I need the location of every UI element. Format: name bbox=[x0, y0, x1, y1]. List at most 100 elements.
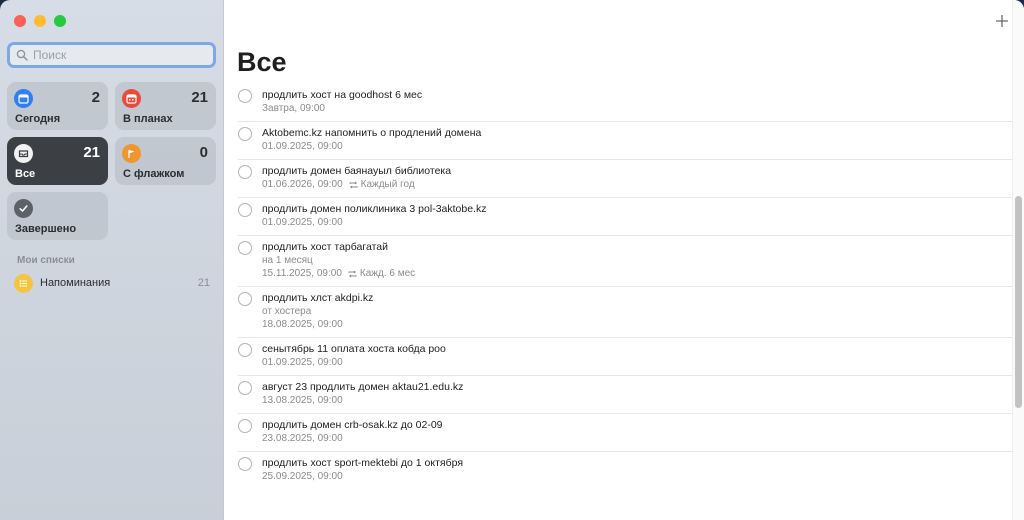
reminder-date: 18.08.2025, 09:00 bbox=[262, 319, 343, 330]
reminder-meta: 01.09.2025, 09:00 bbox=[262, 216, 486, 230]
reminder-meta: 18.08.2025, 09:00 bbox=[262, 318, 373, 332]
reminder-title[interactable]: продлить хост на goodhost 6 мес bbox=[262, 88, 422, 102]
reminder-title[interactable]: сенытябрь 11 оплата хоста кобда роо bbox=[262, 342, 446, 356]
reminder-note: на 1 месяц bbox=[262, 255, 313, 266]
repeat-icon bbox=[348, 270, 357, 278]
reminder-meta: 13.08.2025, 09:00 bbox=[262, 394, 463, 408]
complete-checkbox[interactable] bbox=[238, 343, 252, 357]
smart-list-count: 2 bbox=[91, 89, 100, 106]
reminder-title[interactable]: Aktobemc.kz напомнить о продлений домена bbox=[262, 126, 481, 140]
reminder-meta: 15.11.2025, 09:00 Кажд. 6 мес bbox=[262, 267, 415, 281]
reminder-body: продлить домен баянауыл библиотека 01.06.… bbox=[262, 164, 451, 192]
smart-list-label: В планах bbox=[123, 113, 173, 125]
reminder-row[interactable]: сенытябрь 11 оплата хоста кобда роо 01.09… bbox=[238, 338, 1012, 376]
reminder-body: продлить хост sport-mektebi до 1 октября… bbox=[262, 456, 463, 484]
reminder-meta: 01.09.2025, 09:00 bbox=[262, 140, 481, 154]
reminder-title[interactable]: продлить домен поликлиника 3 pol-3aktobe… bbox=[262, 202, 486, 216]
reminder-meta: 23.08.2025, 09:00 bbox=[262, 432, 443, 446]
reminders-window: 2 Сегодня 21 В планах 21 Все bbox=[0, 0, 1024, 520]
reminder-title[interactable]: продлить домен crb-osak.kz до 02-09 bbox=[262, 418, 443, 432]
reminder-row[interactable]: продлить домен crb-osak.kz до 02-09 23.08… bbox=[238, 414, 1012, 452]
smart-lists: 2 Сегодня 21 В планах 21 Все 0 С флажком… bbox=[7, 82, 217, 240]
minimize-window-button[interactable] bbox=[34, 15, 46, 27]
checkmark-icon bbox=[14, 199, 33, 218]
reminder-title[interactable]: продлить хлст akdpi.kz bbox=[262, 291, 373, 305]
search-icon bbox=[16, 49, 28, 61]
reminder-title[interactable]: продлить хост тарбагатай bbox=[262, 240, 415, 254]
page-title: Все bbox=[237, 47, 287, 77]
smart-list-flagged[interactable]: 0 С флажком bbox=[115, 137, 216, 185]
reminder-date: 01.09.2025, 09:00 bbox=[262, 141, 343, 152]
smart-list-label: С флажком bbox=[123, 168, 185, 180]
window-controls bbox=[14, 15, 66, 27]
tray-icon bbox=[14, 144, 33, 163]
plus-icon[interactable] bbox=[994, 13, 1010, 29]
smart-list-scheduled[interactable]: 21 В планах bbox=[115, 82, 216, 130]
reminder-date: 23.08.2025, 09:00 bbox=[262, 433, 343, 444]
reminder-meta: 01.06.2026, 09:00 Каждый год bbox=[262, 178, 451, 192]
list-item-reminders[interactable]: Напоминания 21 bbox=[7, 271, 217, 295]
reminder-row[interactable]: продлить домен баянауыл библиотека 01.06.… bbox=[238, 160, 1012, 198]
smart-list-today[interactable]: 2 Сегодня bbox=[7, 82, 108, 130]
reminder-date: Завтра, 09:00 bbox=[262, 103, 325, 114]
main-pane: Все продлить хост на goodhost 6 мес Завтр… bbox=[224, 0, 1024, 520]
reminder-date: 01.06.2026, 09:00 bbox=[262, 179, 343, 190]
reminder-title[interactable]: продлить домен баянауыл библиотека bbox=[262, 164, 451, 178]
reminder-meta: 25.09.2025, 09:00 bbox=[262, 470, 463, 484]
reminder-repeat-label: Кажд. 6 мес bbox=[359, 268, 416, 279]
reminder-date: 13.08.2025, 09:00 bbox=[262, 395, 343, 406]
reminder-meta: 01.09.2025, 09:00 bbox=[262, 356, 446, 370]
smart-list-count: 0 bbox=[199, 144, 208, 161]
reminder-row[interactable]: продлить хост sport-mektebi до 1 октября… bbox=[238, 452, 1012, 489]
calendar-icon bbox=[122, 89, 141, 108]
complete-checkbox[interactable] bbox=[238, 203, 252, 217]
reminder-row[interactable]: продлить хост тарбагатай на 1 месяц 15.11.… bbox=[238, 236, 1012, 287]
reminder-row[interactable]: август 23 продлить домен aktau21.edu.kz 1… bbox=[238, 376, 1012, 414]
smart-list-label: Все bbox=[15, 168, 36, 180]
reminder-repeat: Кажд. 6 мес bbox=[348, 267, 415, 281]
smart-list-completed[interactable]: Завершено bbox=[7, 192, 108, 240]
reminder-row[interactable]: Aktobemc.kz напомнить о продлений домена… bbox=[238, 122, 1012, 160]
complete-checkbox[interactable] bbox=[238, 89, 252, 103]
reminder-meta: Завтра, 09:00 bbox=[262, 102, 422, 116]
reminder-repeat: Каждый год bbox=[349, 178, 415, 192]
maximize-window-button[interactable] bbox=[54, 15, 66, 27]
complete-checkbox[interactable] bbox=[238, 241, 252, 255]
complete-checkbox[interactable] bbox=[238, 381, 252, 395]
search-field[interactable] bbox=[7, 42, 216, 68]
scrollbar[interactable] bbox=[1012, 0, 1024, 520]
flag-icon bbox=[122, 144, 141, 163]
reminder-row[interactable]: продлить домен поликлиника 3 pol-3aktobe… bbox=[238, 198, 1012, 236]
complete-checkbox[interactable] bbox=[238, 419, 252, 433]
reminder-body: Aktobemc.kz напомнить о продлений домена… bbox=[262, 126, 481, 154]
reminder-body: продлить домен crb-osak.kz до 02-09 23.08… bbox=[262, 418, 443, 446]
reminder-date: 01.09.2025, 09:00 bbox=[262, 217, 343, 228]
reminder-row[interactable]: продлить хлст akdpi.kz от хостера 18.08.20… bbox=[238, 287, 1012, 338]
calendar-today-icon bbox=[14, 89, 33, 108]
smart-list-all[interactable]: 21 Все bbox=[7, 137, 108, 185]
reminder-date: 25.09.2025, 09:00 bbox=[262, 471, 343, 482]
reminder-title[interactable]: август 23 продлить домен aktau21.edu.kz bbox=[262, 380, 463, 394]
smart-list-count: 21 bbox=[83, 144, 100, 161]
reminder-date: 15.11.2025, 09:00 bbox=[262, 268, 342, 279]
close-window-button[interactable] bbox=[14, 15, 26, 27]
reminder-body: продлить хост тарбагатай на 1 месяц 15.11.… bbox=[262, 240, 415, 281]
reminders-list: продлить хост на goodhost 6 мес Завтра, 0… bbox=[238, 84, 1012, 489]
complete-checkbox[interactable] bbox=[238, 165, 252, 179]
reminder-date: 01.09.2025, 09:00 bbox=[262, 357, 343, 368]
complete-checkbox[interactable] bbox=[238, 127, 252, 141]
smart-list-count: 21 bbox=[191, 89, 208, 106]
list-count: 21 bbox=[197, 277, 210, 289]
scrollbar-thumb[interactable] bbox=[1015, 196, 1022, 408]
my-lists-heading: Мои списки bbox=[17, 255, 75, 266]
smart-list-label: Сегодня bbox=[15, 113, 61, 125]
reminder-title[interactable]: продлить хост sport-mektebi до 1 октября bbox=[262, 456, 463, 470]
list-label: Напоминания bbox=[40, 277, 111, 289]
repeat-icon bbox=[349, 181, 358, 189]
complete-checkbox[interactable] bbox=[238, 292, 252, 306]
sidebar: 2 Сегодня 21 В планах 21 Все bbox=[0, 0, 224, 520]
search-input[interactable] bbox=[33, 48, 203, 62]
complete-checkbox[interactable] bbox=[238, 457, 252, 471]
reminder-row[interactable]: продлить хост на goodhost 6 мес Завтра, 0… bbox=[238, 84, 1012, 122]
reminder-body: продлить хлст akdpi.kz от хостера 18.08.20… bbox=[262, 291, 373, 332]
